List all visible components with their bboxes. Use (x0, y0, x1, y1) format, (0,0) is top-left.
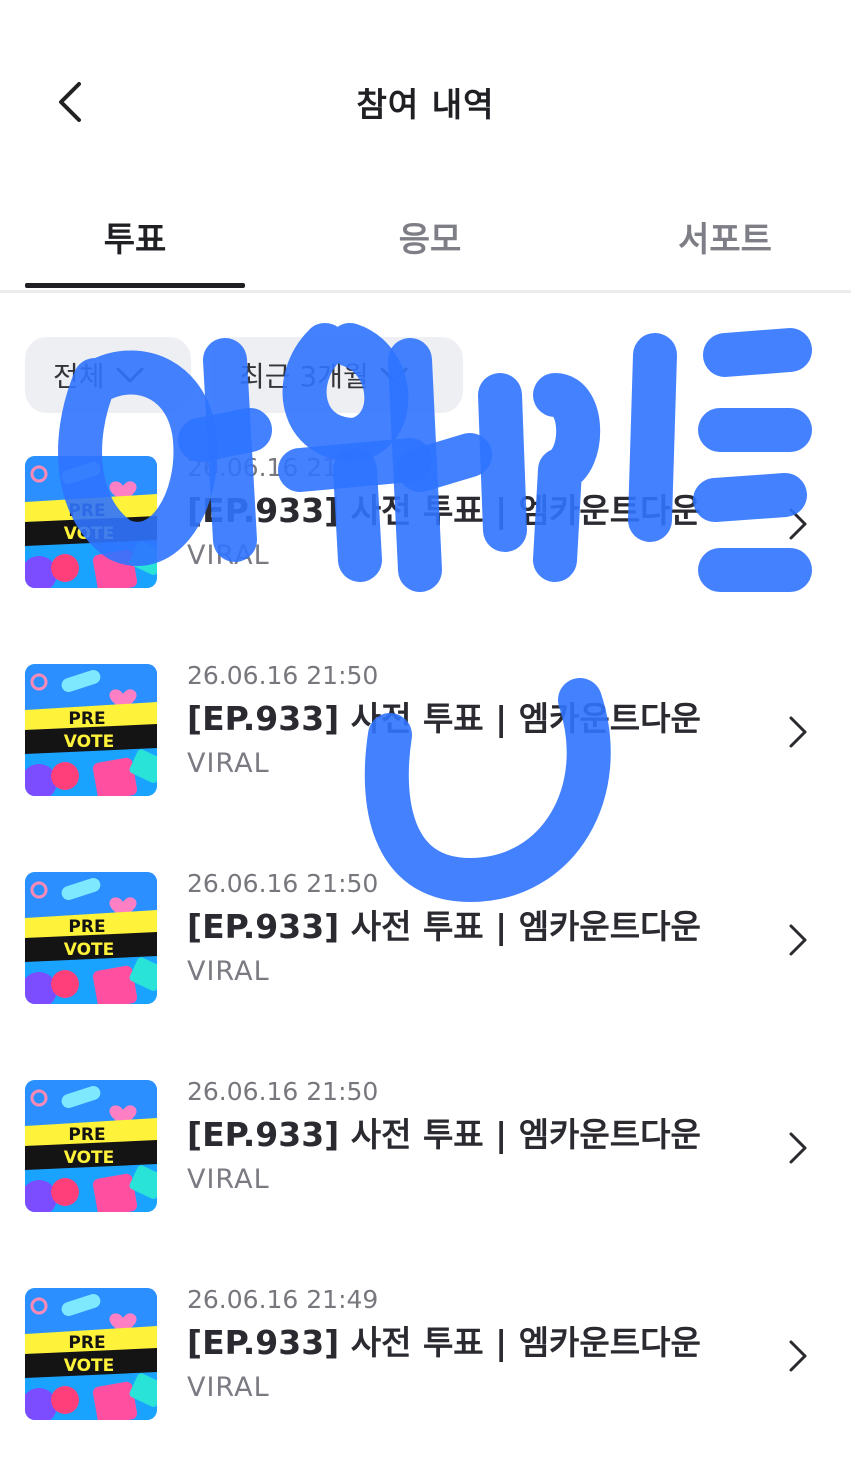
thumb-vote-text: VOTE (64, 524, 115, 544)
tab-support[interactable]: 서포트 (615, 206, 835, 266)
tab-vote[interactable]: 투표 (25, 206, 245, 266)
item-date: 26.06.16 21:50 (187, 661, 379, 690)
vote-history-list: PRE VOTE 26.06.16 21:51 [EP.933] 사전 투표 |… (0, 420, 851, 1460)
active-tab-indicator (25, 283, 245, 288)
item-date: 26.06.16 21:50 (187, 1077, 379, 1106)
list-item[interactable]: PRE VOTE 26.06.16 21:49 [EP.933] 사전 투표 |… (0, 1252, 851, 1460)
item-meta: 26.06.16 21:50 [EP.933] 사전 투표 | 엠카운트다운 V… (187, 1074, 747, 1200)
thumb-pre-text: PRE (68, 709, 105, 729)
event-thumbnail: PRE VOTE (25, 1080, 157, 1212)
thumb-vote-text: VOTE (64, 732, 115, 752)
thumb-vote-text: VOTE (64, 1148, 115, 1168)
chevron-right-icon (789, 1340, 807, 1372)
chevron-right-icon (789, 1132, 807, 1164)
app-header: 참여 내역 (0, 0, 851, 190)
thumb-pre-text: PRE (68, 501, 105, 521)
item-title: [EP.933] 사전 투표 | 엠카운트다운 (187, 907, 701, 946)
item-date: 26.06.16 21:51 (187, 453, 379, 482)
item-category: VIRAL (187, 748, 270, 779)
chevron-right-icon (789, 508, 807, 540)
item-meta: 26.06.16 21:50 [EP.933] 사전 투표 | 엠카운트다운 V… (187, 658, 747, 784)
thumb-pre-text: PRE (68, 917, 105, 937)
item-date: 26.06.16 21:49 (187, 1285, 379, 1314)
period-filter-dropdown[interactable]: 최근 3개월 (211, 337, 463, 413)
item-meta: 26.06.16 21:49 [EP.933] 사전 투표 | 엠카운트다운 V… (187, 1282, 747, 1408)
chevron-right-icon (789, 924, 807, 956)
event-thumbnail: PRE VOTE (25, 872, 157, 1004)
page-title: 참여 내역 (356, 85, 495, 124)
event-thumbnail: PRE VOTE (25, 664, 157, 796)
item-category: VIRAL (187, 540, 270, 571)
filter-bar: 전체 최근 3개월 (25, 337, 463, 413)
list-item[interactable]: PRE VOTE 26.06.16 21:50 [EP.933] 사전 투표 |… (0, 1044, 851, 1252)
thumb-pre-text: PRE (68, 1333, 105, 1353)
thumb-pre-text: PRE (68, 1125, 105, 1145)
chevron-right-icon (789, 716, 807, 748)
item-category: VIRAL (187, 1164, 270, 1195)
item-meta: 26.06.16 21:50 [EP.933] 사전 투표 | 엠카운트다운 V… (187, 866, 747, 992)
thumb-vote-text: VOTE (64, 940, 115, 960)
item-title: [EP.933] 사전 투표 | 엠카운트다운 (187, 1323, 701, 1362)
category-filter-label: 전체 (53, 360, 105, 393)
item-title: [EP.933] 사전 투표 | 엠카운트다운 (187, 491, 701, 530)
item-meta: 26.06.16 21:51 [EP.933] 사전 투표 | 엠카운트다운 V… (187, 450, 747, 576)
item-title: [EP.933] 사전 투표 | 엠카운트다운 (187, 1115, 701, 1154)
thumb-vote-text: VOTE (64, 1356, 115, 1376)
category-filter-dropdown[interactable]: 전체 (25, 337, 191, 413)
event-thumbnail: PRE VOTE (25, 1288, 157, 1420)
period-filter-label: 최근 3개월 (239, 360, 369, 393)
list-item[interactable]: PRE VOTE 26.06.16 21:51 [EP.933] 사전 투표 |… (0, 420, 851, 628)
item-title: [EP.933] 사전 투표 | 엠카운트다운 (187, 699, 701, 738)
tab-bar: 투표 응모 서포트 (0, 190, 851, 293)
tab-entry[interactable]: 응모 (320, 206, 540, 266)
chevron-down-icon (380, 367, 408, 383)
event-thumbnail: PRE VOTE (25, 456, 157, 588)
list-item[interactable]: PRE VOTE 26.06.16 21:50 [EP.933] 사전 투표 |… (0, 628, 851, 836)
item-category: VIRAL (187, 956, 270, 987)
item-date: 26.06.16 21:50 (187, 869, 379, 898)
chevron-down-icon (116, 367, 144, 383)
item-category: VIRAL (187, 1372, 270, 1403)
list-item[interactable]: PRE VOTE 26.06.16 21:50 [EP.933] 사전 투표 |… (0, 836, 851, 1044)
